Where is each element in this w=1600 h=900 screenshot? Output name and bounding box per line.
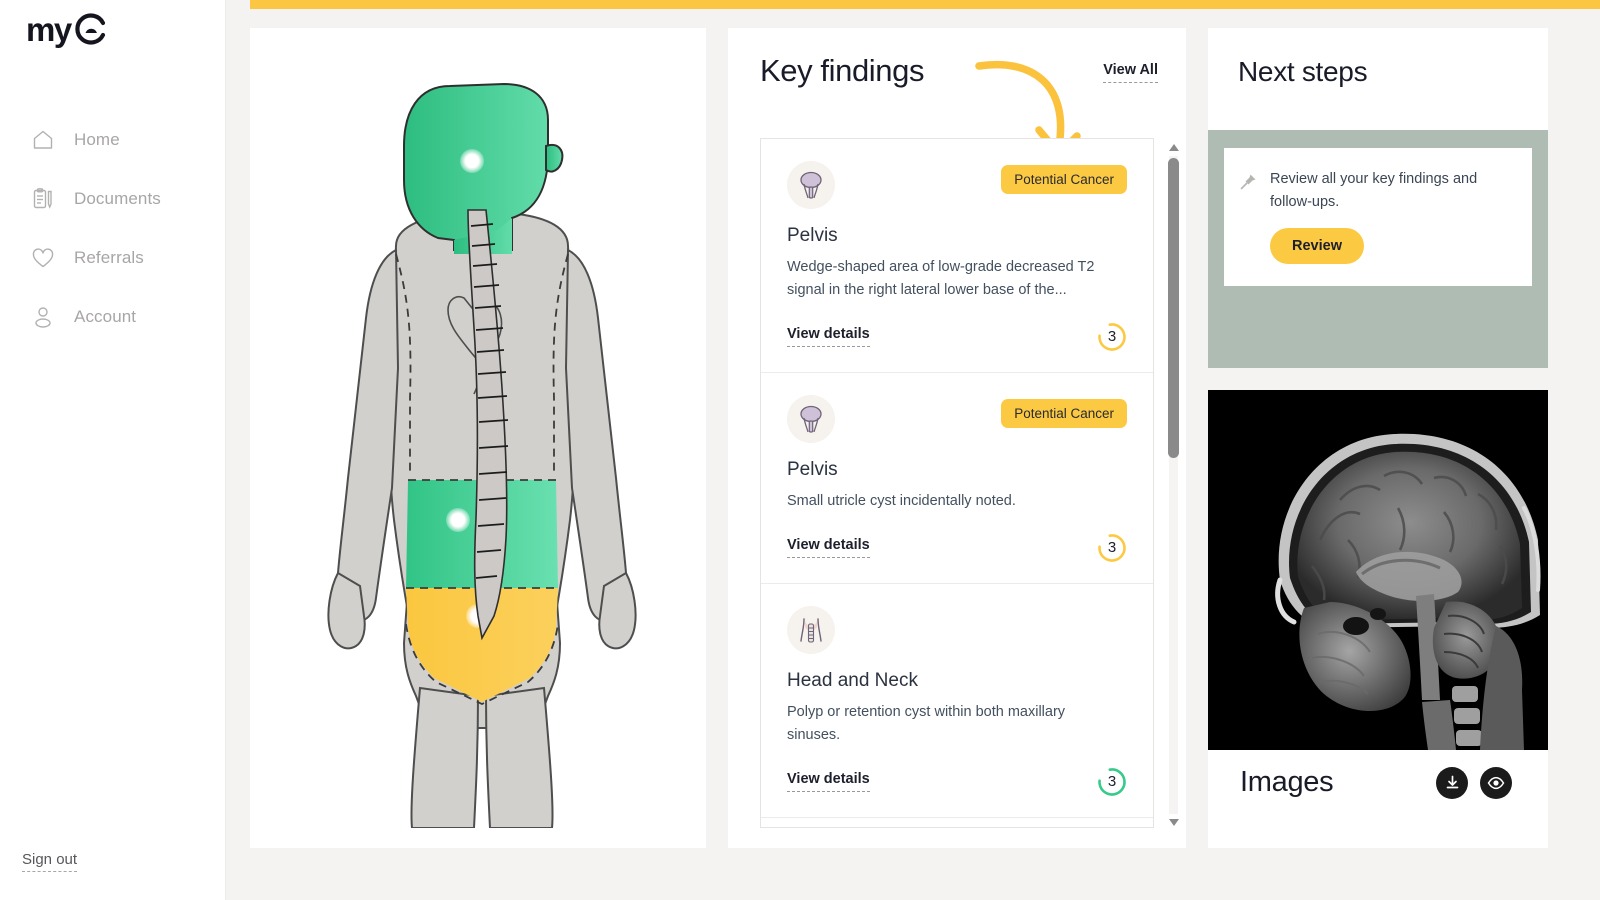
finding-card-top: Potential Cancer bbox=[787, 161, 1127, 211]
pelvis-bladder-icon bbox=[787, 394, 835, 443]
finding-card-footer: View details 3 bbox=[787, 767, 1127, 797]
key-findings-header: Key findings View All bbox=[728, 53, 1186, 158]
head-neck-spine-icon bbox=[787, 605, 835, 654]
brand-logo[interactable]: my bbox=[26, 12, 108, 46]
finding-description: Wedge-shaped area of low-grade decreased… bbox=[787, 259, 1095, 298]
heart-icon bbox=[30, 245, 56, 271]
sidebar-item-referrals[interactable]: Referrals bbox=[0, 236, 225, 280]
view-all-link[interactable]: View All bbox=[1103, 62, 1158, 83]
sidebar-item-documents[interactable]: Documents bbox=[0, 177, 225, 221]
finding-count-badge: 3 bbox=[1097, 322, 1127, 352]
pin-icon bbox=[1238, 168, 1260, 264]
next-steps-body: Review all your key findings and follow-… bbox=[1208, 130, 1548, 368]
key-findings-panel: Key findings View All Potential Cancer P… bbox=[728, 28, 1186, 848]
finding-card-footer: View details 3 bbox=[787, 533, 1127, 563]
sidebar-item-label: Home bbox=[74, 130, 120, 149]
scroll-down-icon[interactable] bbox=[1169, 819, 1179, 826]
finding-card[interactable]: Potential Cancer Pelvis Small utricle cy… bbox=[761, 373, 1153, 584]
images-footer: Images bbox=[1208, 750, 1548, 799]
findings-list[interactable]: Potential Cancer Pelvis Wedge-shaped are… bbox=[760, 138, 1154, 828]
finding-count: 3 bbox=[1107, 773, 1117, 791]
body-map-panel bbox=[250, 28, 706, 848]
sign-out-link[interactable]: Sign out bbox=[22, 851, 78, 872]
pelvis-bladder-icon bbox=[787, 161, 835, 209]
eye-icon[interactable] bbox=[1480, 766, 1512, 799]
finding-count-badge: 3 bbox=[1097, 533, 1127, 563]
home-icon bbox=[30, 127, 56, 153]
top-accent-bar bbox=[250, 0, 1600, 9]
findings-scrollbar[interactable] bbox=[1166, 142, 1180, 828]
images-label: Images bbox=[1240, 766, 1334, 798]
region-marker-head bbox=[460, 149, 484, 173]
next-step-text: Review all your key findings and follow-… bbox=[1270, 171, 1478, 211]
finding-title: Head and Neck bbox=[787, 669, 918, 691]
finding-count-badge: 3 bbox=[1097, 767, 1127, 797]
finding-card-top bbox=[787, 605, 1127, 656]
sidebar-nav: Home Documents Referrals Account bbox=[0, 118, 225, 354]
next-step-item[interactable]: Review all your key findings and follow-… bbox=[1224, 148, 1532, 287]
review-button[interactable]: Review bbox=[1270, 228, 1364, 265]
page-title: Key findings bbox=[760, 53, 925, 88]
sidebar: my Home Documents Referrals Account Sign… bbox=[0, 0, 226, 900]
images-panel: Images bbox=[1208, 390, 1548, 848]
finding-card[interactable]: Potential Cancer Pelvis Wedge-shaped are… bbox=[761, 139, 1153, 373]
finding-title: Pelvis bbox=[787, 225, 838, 246]
finding-count: 3 bbox=[1107, 539, 1117, 557]
arch-circle-logo-icon bbox=[74, 12, 108, 46]
right-column: Next steps Review all your key findings … bbox=[1208, 28, 1548, 848]
finding-card-top: Potential Cancer bbox=[787, 394, 1127, 445]
sidebar-item-label: Referrals bbox=[74, 248, 144, 267]
image-actions bbox=[1436, 766, 1512, 799]
finding-description: Small utricle cyst incidentally noted. bbox=[787, 492, 1016, 509]
sidebar-item-home[interactable]: Home bbox=[0, 118, 225, 162]
finding-count: 3 bbox=[1107, 328, 1117, 346]
scrollbar-thumb[interactable] bbox=[1168, 158, 1179, 458]
finding-card-footer: View details 3 bbox=[787, 322, 1127, 352]
view-details-link[interactable]: View details bbox=[787, 771, 870, 793]
sidebar-item-label: Account bbox=[74, 307, 137, 326]
sidebar-item-label: Documents bbox=[74, 189, 161, 208]
logo-text: my bbox=[26, 10, 72, 48]
documents-icon bbox=[30, 186, 56, 212]
view-details-link[interactable]: View details bbox=[787, 326, 870, 348]
app-root: my Home Documents Referrals Account Sign… bbox=[0, 0, 1600, 900]
next-steps-panel: Next steps Review all your key findings … bbox=[1208, 28, 1548, 368]
finding-description: Polyp or retention cyst within both maxi… bbox=[787, 703, 1066, 743]
sidebar-item-account[interactable]: Account bbox=[0, 295, 225, 339]
status-badge: Potential Cancer bbox=[1001, 398, 1127, 428]
view-details-link[interactable]: View details bbox=[787, 537, 870, 559]
status-badge: Potential Cancer bbox=[1001, 165, 1127, 194]
finding-card[interactable]: Head and Neck Polyp or retention cyst wi… bbox=[761, 584, 1153, 818]
user-icon bbox=[30, 304, 56, 330]
mri-image[interactable] bbox=[1208, 390, 1548, 750]
scroll-up-icon[interactable] bbox=[1169, 144, 1179, 151]
next-steps-title: Next steps bbox=[1238, 56, 1368, 87]
columns-layout: Key findings View All Potential Cancer P… bbox=[250, 28, 1548, 848]
region-marker-abdomen bbox=[446, 508, 470, 532]
finding-title: Pelvis bbox=[787, 458, 838, 480]
body-map-diagram[interactable] bbox=[268, 68, 688, 828]
download-icon[interactable] bbox=[1436, 766, 1468, 799]
main-content: Key findings View All Potential Cancer P… bbox=[226, 0, 1600, 900]
